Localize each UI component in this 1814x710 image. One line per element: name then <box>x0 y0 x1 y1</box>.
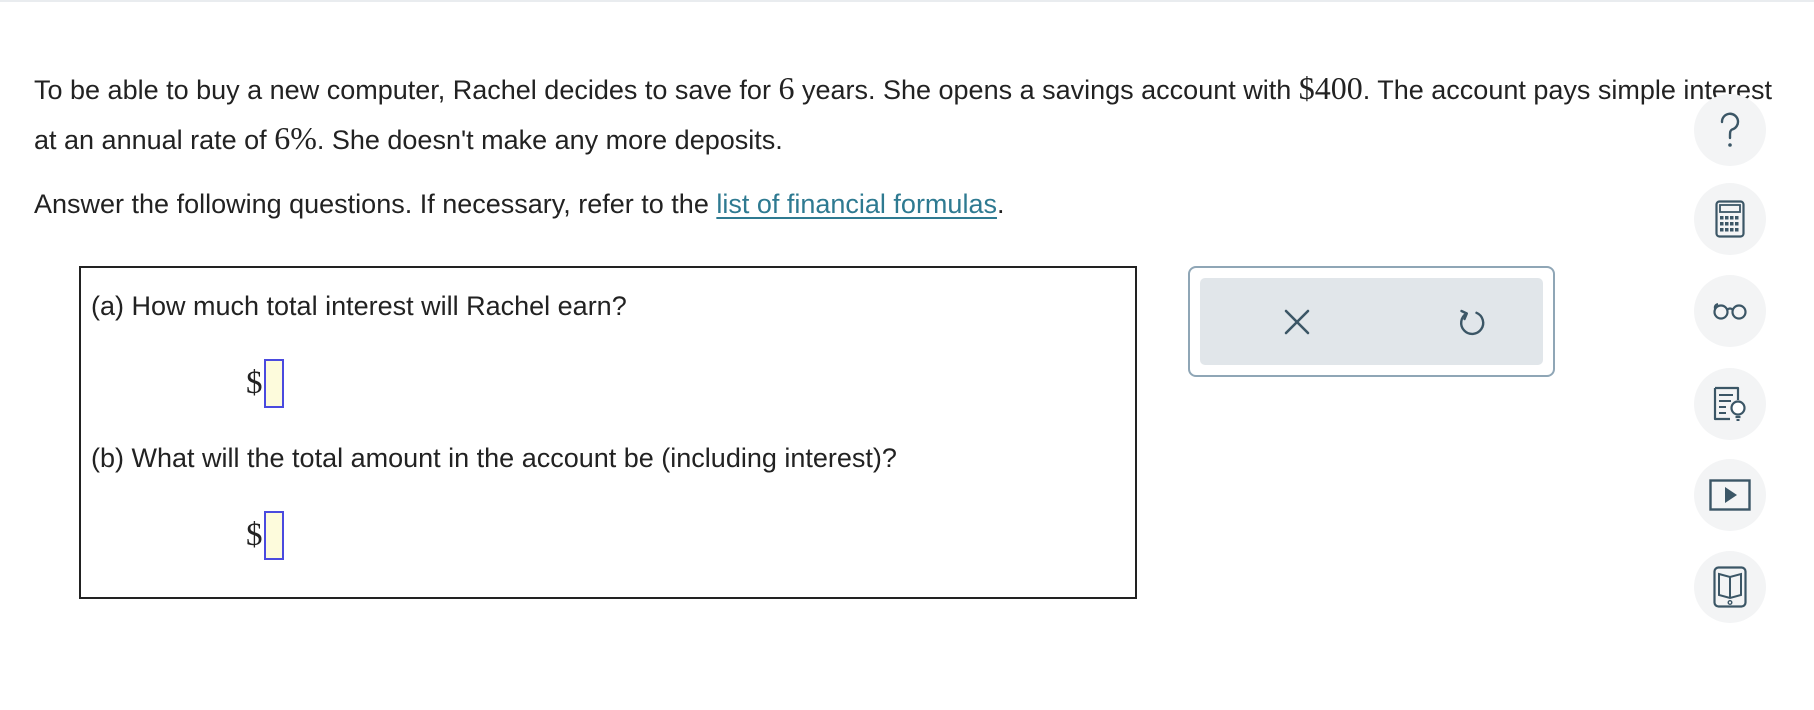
total-amount-answer-input[interactable] <box>263 510 284 560</box>
help-icon <box>1720 112 1740 147</box>
answer-tools-panel <box>1188 266 1555 377</box>
top-divider <box>0 0 1814 2</box>
ebook-icon <box>1713 566 1747 608</box>
question-b-label: (b) What will the total amount in the ac… <box>91 443 897 473</box>
close-icon <box>1284 309 1310 335</box>
rate-value: 6% <box>274 120 317 156</box>
answer-tools-bar <box>1200 278 1543 365</box>
financial-formulas-link[interactable]: list of financial formulas <box>716 189 997 219</box>
calculator-icon <box>1715 200 1745 238</box>
undo-button[interactable] <box>1448 298 1496 346</box>
video-button[interactable] <box>1694 459 1766 531</box>
instructions-text: Answer the following questions. If neces… <box>34 189 717 219</box>
instructions: Answer the following questions. If neces… <box>34 180 1004 228</box>
currency-symbol: $ <box>246 364 263 401</box>
answer-row-b: $ <box>246 508 284 562</box>
problem-text-2: years. She opens a savings account with <box>794 75 1299 105</box>
explanation-button[interactable] <box>1694 368 1766 440</box>
ebook-button[interactable] <box>1694 551 1766 623</box>
interest-answer-input[interactable] <box>263 358 284 408</box>
years-value: 6 <box>778 70 795 106</box>
question-box: (a) How much total interest will Rachel … <box>79 266 1137 599</box>
reading-mode-button[interactable] <box>1694 275 1766 347</box>
clear-button[interactable] <box>1273 298 1321 346</box>
problem-text-4: . She doesn't make any more deposits. <box>316 125 783 155</box>
deposit-value: $400 <box>1298 70 1363 106</box>
question-a-label: (a) How much total interest will Rachel … <box>91 291 627 321</box>
instructions-end: . <box>996 189 1005 219</box>
video-play-icon <box>1709 479 1751 511</box>
currency-symbol: $ <box>246 516 263 553</box>
answer-row-a: $ <box>246 356 284 410</box>
help-button[interactable] <box>1694 94 1766 166</box>
undo-icon <box>1460 309 1485 336</box>
notes-lightbulb-icon <box>1713 386 1746 421</box>
problem-text-1: To be able to buy a new computer, Rachel… <box>34 75 779 105</box>
calculator-button[interactable] <box>1694 183 1766 255</box>
problem-statement: To be able to buy a new computer, Rachel… <box>34 64 1784 164</box>
glasses-icon <box>1713 303 1747 320</box>
